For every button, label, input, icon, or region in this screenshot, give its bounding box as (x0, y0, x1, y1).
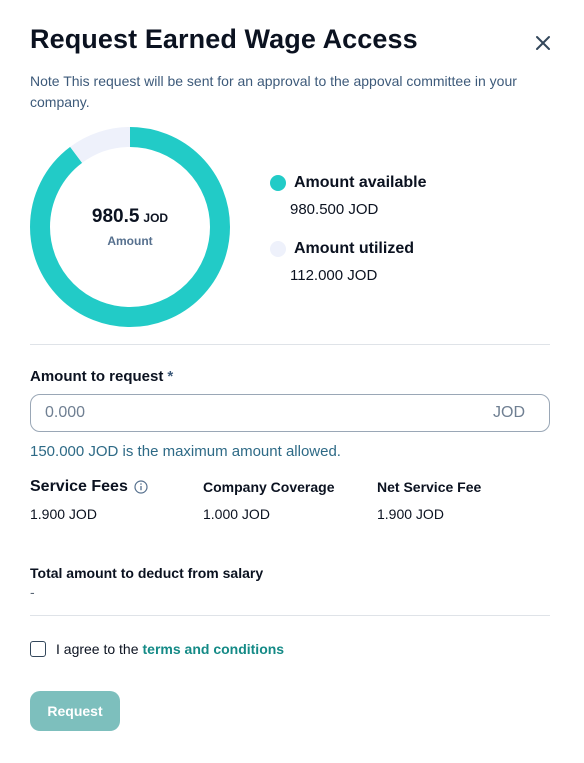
net-service-fee-value: 1.900 JOD (377, 506, 444, 522)
legend-utilized-value: 112.000 JOD (290, 267, 378, 284)
approval-note: Note This request will be sent for an ap… (30, 73, 517, 110)
legend-available: Amount available 980.500 JOD (270, 174, 426, 218)
legend-utilized: Amount utilized 112.000 JOD (270, 240, 414, 284)
max-amount-hint: 150.000 JOD is the maximum amount allowe… (30, 443, 341, 460)
amount-request-label: Amount to request * (30, 368, 173, 385)
terms-checkbox[interactable] (30, 641, 46, 657)
terms-agreement-text: I agree to the (56, 641, 139, 657)
total-deduction-label: Total amount to deduct from salary (30, 565, 264, 581)
company-coverage-value: 1.000 JOD (203, 506, 270, 522)
available-dot-icon (270, 175, 286, 191)
utilized-dot-icon (270, 241, 286, 257)
request-button[interactable]: Request (30, 691, 120, 731)
amount-input-wrapper: JOD (30, 394, 550, 432)
center-amount-unit: JOD (143, 211, 169, 225)
legend-available-label: Amount available (294, 174, 427, 191)
section-divider (30, 615, 550, 616)
amount-input[interactable] (43, 395, 493, 431)
terms-agreement: I agree to the terms and conditions (30, 641, 284, 657)
required-marker: * (167, 368, 174, 385)
service-fees-value: 1.900 JOD (30, 506, 97, 522)
section-divider (30, 344, 550, 345)
donut-center: 980.5 JOD Amount (30, 127, 230, 327)
info-icon[interactable] (134, 480, 148, 494)
net-service-fee-label: Net Service Fee (377, 479, 482, 495)
modal-title: Request Earned Wage Access (30, 24, 418, 54)
legend-utilized-label: Amount utilized (294, 240, 414, 257)
net-service-fee: Net Service Fee 1.900 JOD (377, 478, 481, 522)
legend-available-value: 980.500 JOD (290, 201, 379, 218)
service-fees: Service Fees 1.900 JOD (30, 478, 148, 522)
total-deduction-value: - (30, 584, 35, 600)
earned-wage-access-modal: Request Earned Wage Access Note This req… (0, 0, 584, 763)
terms-link[interactable]: terms and conditions (143, 641, 285, 657)
company-coverage: Company Coverage 1.000 JOD (203, 478, 334, 522)
amount-request-label-text: Amount to request (30, 368, 164, 385)
amount-input-unit: JOD (493, 404, 525, 421)
close-icon[interactable] (533, 33, 553, 53)
company-coverage-label: Company Coverage (203, 479, 335, 495)
center-amount-label: Amount (107, 234, 153, 248)
service-fees-label: Service Fees (30, 478, 128, 495)
center-amount-value: 980.5 (91, 206, 140, 227)
